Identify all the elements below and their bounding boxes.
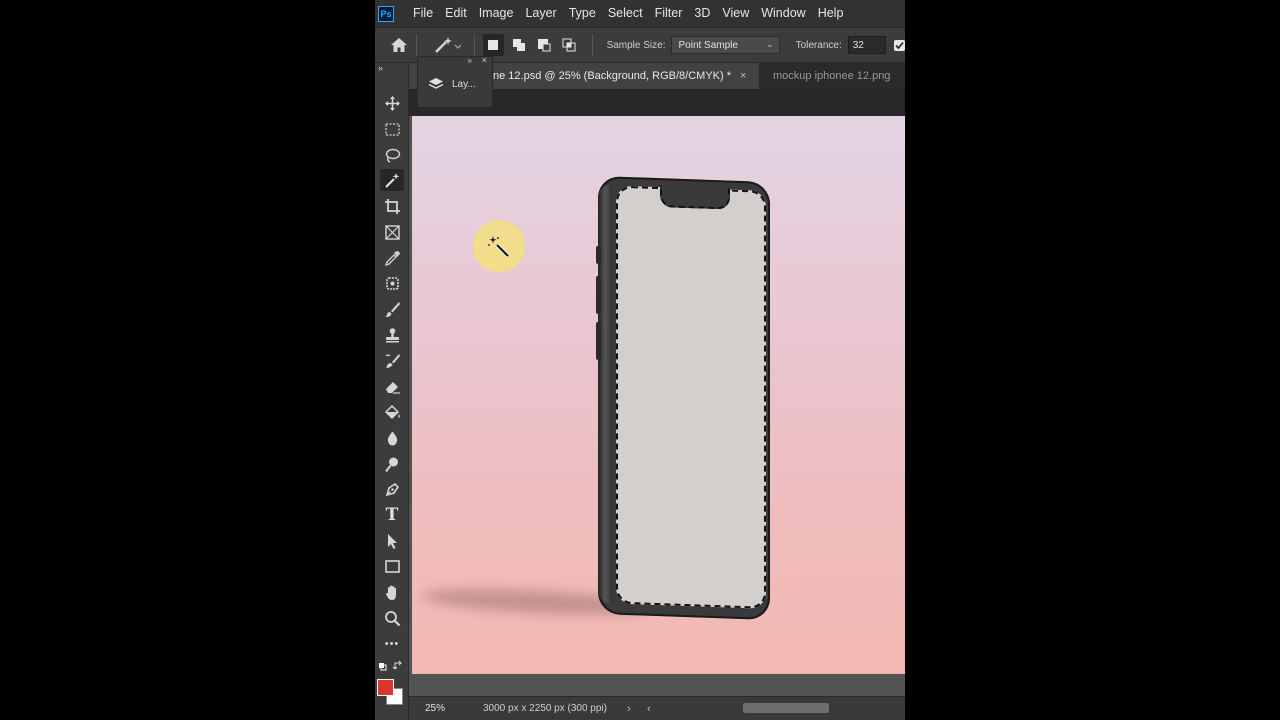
- tools-panel: » T •••: [375, 63, 409, 720]
- type-tool-icon[interactable]: T: [380, 504, 404, 526]
- new-selection-icon[interactable]: [482, 34, 505, 56]
- menu-select[interactable]: Select: [602, 0, 649, 27]
- phone-mockup: [596, 175, 770, 621]
- phone-button: [596, 245, 601, 265]
- tolerance-label: Tolerance:: [795, 39, 842, 51]
- add-selection-icon[interactable]: [508, 34, 529, 56]
- expand-panel-icon[interactable]: »: [468, 56, 472, 65]
- pen-tool-icon[interactable]: [380, 478, 404, 500]
- phone-button: [596, 321, 601, 361]
- more-tools-icon[interactable]: •••: [380, 633, 404, 655]
- separator: [416, 34, 418, 56]
- eyedropper-tool-icon[interactable]: [380, 247, 404, 269]
- magic-wand-preset-icon[interactable]: [433, 34, 466, 56]
- tab-label: mockup iphonee 12.png: [773, 70, 891, 82]
- more-glyph: •••: [384, 638, 400, 650]
- menu-help[interactable]: Help: [812, 0, 850, 27]
- anti-alias-checkbox[interactable]: [894, 39, 905, 51]
- home-icon[interactable]: [389, 35, 408, 55]
- crop-tool-icon[interactable]: [380, 195, 404, 217]
- magic-wand-cursor-icon: [486, 234, 512, 260]
- foreground-color-swatch[interactable]: [377, 679, 394, 696]
- move-tool-icon[interactable]: [380, 92, 404, 114]
- hand-tool-icon[interactable]: [380, 581, 404, 603]
- layers-panel-collapsed: » × Lay...: [417, 55, 493, 108]
- phone-notch: [660, 185, 730, 210]
- menu-window[interactable]: Window: [755, 0, 811, 27]
- horizontal-scrollbar[interactable]: [743, 703, 829, 713]
- close-icon[interactable]: ×: [482, 55, 487, 65]
- intersect-selection-icon[interactable]: [558, 34, 579, 56]
- document-size-info: 3000 px x 2250 px (300 ppi): [483, 703, 607, 714]
- layers-panel-button[interactable]: Lay...: [428, 77, 492, 91]
- document-canvas[interactable]: [412, 116, 905, 674]
- brush-tool-icon[interactable]: [380, 298, 404, 320]
- paint-bucket-icon[interactable]: [380, 401, 404, 423]
- lasso-tool-icon[interactable]: [380, 144, 404, 166]
- marquee-tool-icon[interactable]: [380, 118, 404, 140]
- path-selection-icon[interactable]: [380, 530, 404, 552]
- separator: [591, 34, 593, 56]
- swap-colors-icon[interactable]: [378, 660, 406, 674]
- menu-file[interactable]: File: [407, 0, 439, 27]
- zoom-tool-icon[interactable]: [380, 607, 404, 629]
- frame-tool-icon[interactable]: [380, 221, 404, 243]
- dodge-tool-icon[interactable]: [380, 453, 404, 475]
- photoshop-logo-icon[interactable]: Ps: [378, 5, 394, 22]
- toolbar-collapse-icon[interactable]: »: [378, 63, 383, 73]
- menu-3d[interactable]: 3D: [688, 0, 716, 27]
- type-glyph: T: [385, 505, 399, 525]
- menu-type[interactable]: Type: [563, 0, 602, 27]
- menu-view[interactable]: View: [716, 0, 755, 27]
- phone-screen-selection[interactable]: [616, 185, 766, 609]
- magic-wand-tool-icon[interactable]: [380, 169, 404, 191]
- sample-size-value: Point Sample: [678, 39, 738, 51]
- chevron-left-icon[interactable]: ‹: [647, 703, 663, 715]
- tab-mockup-document[interactable]: mockup iphonee 12.png: [763, 63, 905, 89]
- rectangle-tool-icon[interactable]: [380, 555, 404, 577]
- sample-size-select[interactable]: Point Sample ⌄: [671, 36, 780, 54]
- photoshop-window: Ps File Edit Image Layer Type Select Fil…: [375, 0, 905, 720]
- chevron-down-icon: ⌄: [766, 39, 774, 49]
- menu-edit[interactable]: Edit: [439, 0, 473, 27]
- panel-header: » ×: [418, 55, 492, 67]
- menu-image[interactable]: Image: [473, 0, 520, 27]
- stamp-tool-icon[interactable]: [380, 324, 404, 346]
- history-brush-icon[interactable]: [380, 350, 404, 372]
- tab-label: ne 12.psd @ 25% (Background, RGB/8/CMYK)…: [493, 70, 731, 82]
- healing-tool-icon[interactable]: [380, 272, 404, 294]
- zoom-level[interactable]: 25%: [425, 703, 459, 714]
- tolerance-input[interactable]: 32: [847, 36, 887, 54]
- layers-label: Lay...: [452, 78, 476, 90]
- separator: [473, 34, 475, 56]
- menu-layer[interactable]: Layer: [519, 0, 562, 27]
- menu-filter[interactable]: Filter: [649, 0, 689, 27]
- phone-button: [596, 275, 601, 315]
- menu-bar: Ps File Edit Image Layer Type Select Fil…: [375, 0, 905, 27]
- sample-size-label: Sample Size:: [606, 39, 666, 51]
- chevron-right-icon[interactable]: ›: [627, 703, 643, 715]
- layers-icon: [428, 78, 444, 89]
- blur-tool-icon[interactable]: [380, 427, 404, 449]
- close-icon[interactable]: ×: [740, 70, 746, 82]
- status-bar: 25% 3000 px x 2250 px (300 ppi) › ‹: [409, 696, 905, 720]
- eraser-tool-icon[interactable]: [380, 375, 404, 397]
- subtract-selection-icon[interactable]: [533, 34, 554, 56]
